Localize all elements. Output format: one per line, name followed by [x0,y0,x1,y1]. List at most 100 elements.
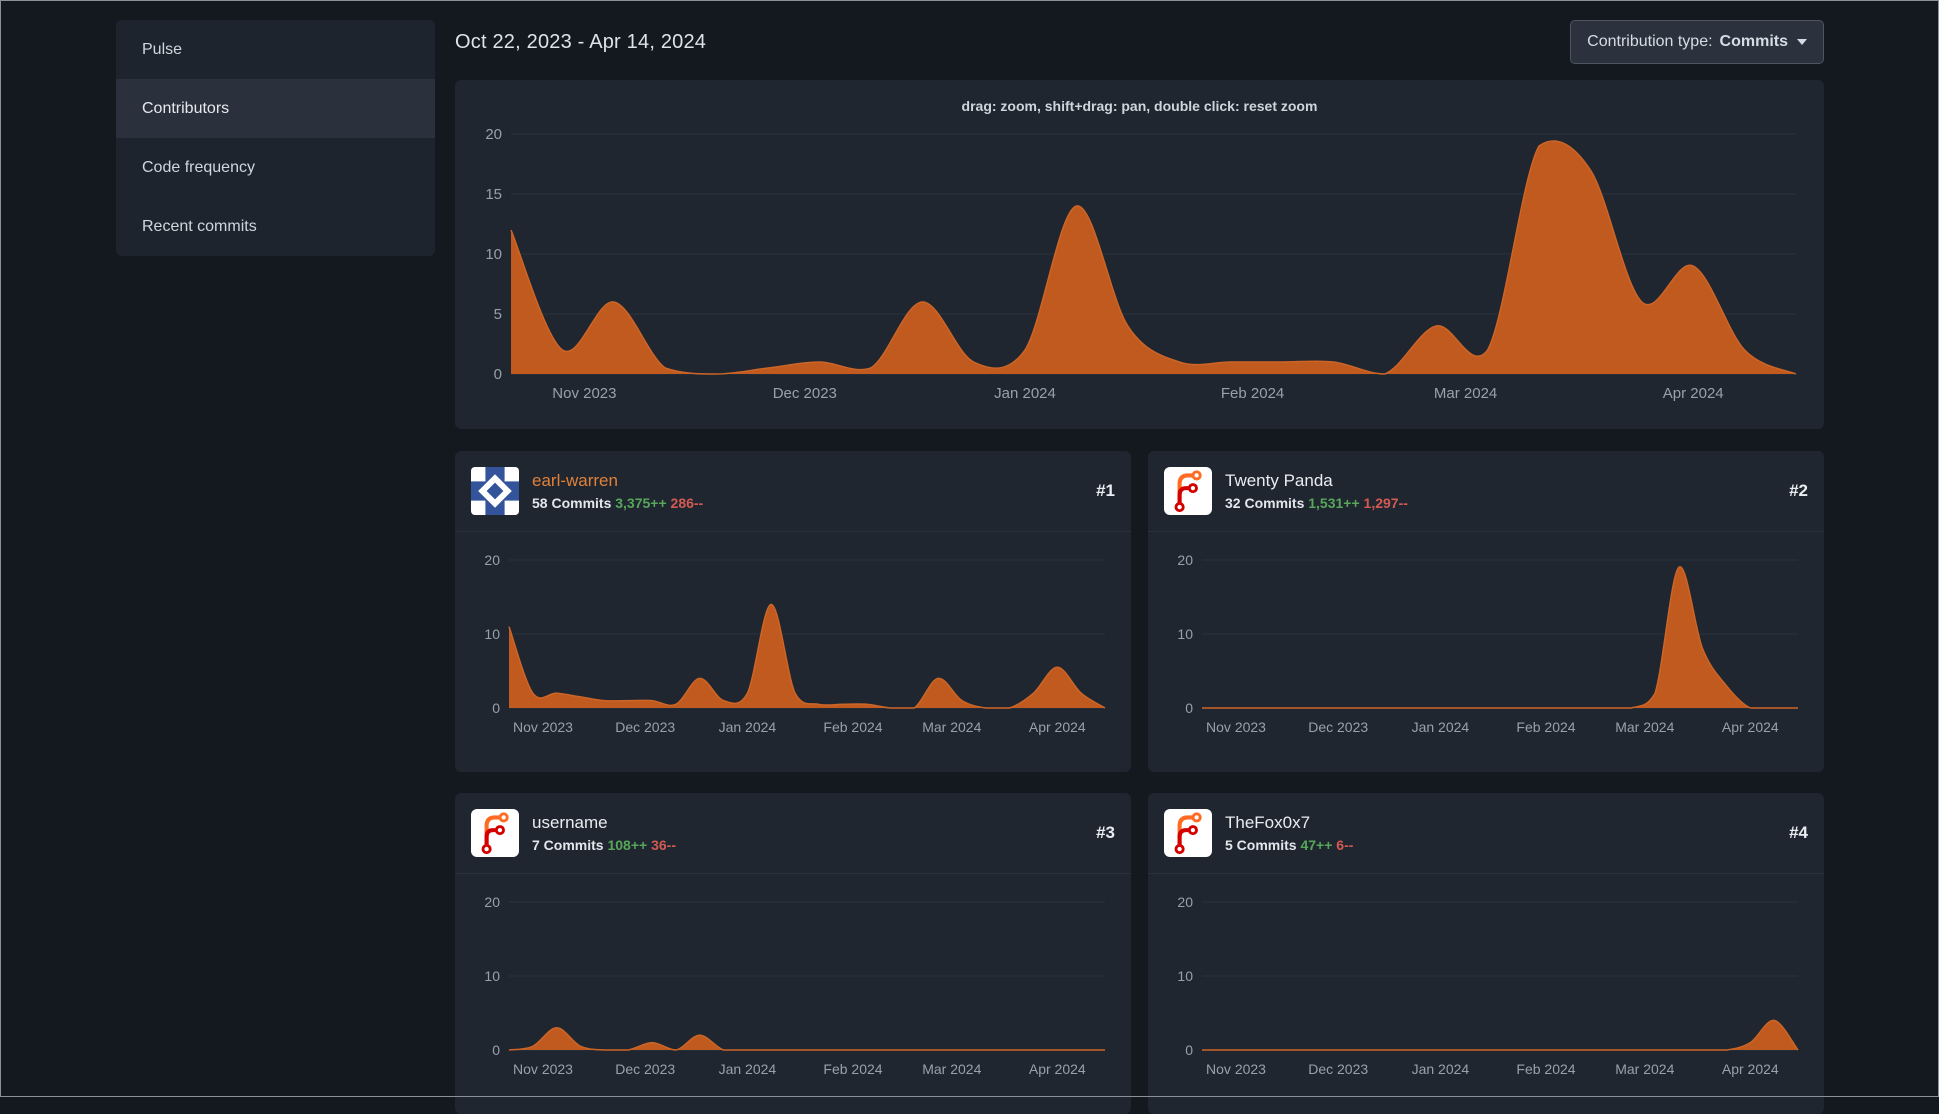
svg-text:Nov 2023: Nov 2023 [552,385,616,402]
svg-text:Jan 2024: Jan 2024 [719,719,777,735]
contributor-card-header: Twenty Panda 32 Commits 1,531++ 1,297-- … [1148,451,1824,532]
svg-text:Feb 2024: Feb 2024 [823,719,882,735]
contributor-stats: 5 Commits 47++ 6-- [1225,837,1776,853]
svg-text:0: 0 [492,700,500,716]
sidebar-item-contributors[interactable]: Contributors [116,79,435,138]
svg-text:20: 20 [1177,552,1193,568]
contributor-card-header: TheFox0x7 5 Commits 47++ 6-- #4 [1148,793,1824,874]
svg-text:0: 0 [494,366,502,383]
contribution-type-value: Commits [1719,33,1788,50]
sidebar-item-code-frequency[interactable]: Code frequency [116,138,435,197]
svg-text:20: 20 [484,552,500,568]
svg-text:Mar 2024: Mar 2024 [922,1061,981,1077]
contributor-activity-chart[interactable]: 0 10 20 Nov 2023 Dec 2023 Jan 2024 Feb 2024 Mar… [1164,886,1808,1086]
additions-count: 47++ [1300,837,1333,853]
deletions-count: 286-- [670,495,704,511]
svg-text:Nov 2023: Nov 2023 [513,719,573,735]
contributor-name[interactable]: username [532,813,1083,833]
svg-text:Mar 2024: Mar 2024 [922,719,981,735]
deletions-count: 6-- [1336,837,1354,853]
forgejo-logo-avatar[interactable] [471,809,519,857]
contributor-name-link[interactable]: earl-warren [532,471,1083,491]
contributor-info: Twenty Panda 32 Commits 1,531++ 1,297-- [1225,471,1776,511]
svg-text:Jan 2024: Jan 2024 [1412,719,1470,735]
sidebar-item-recent-commits[interactable]: Recent commits [116,197,435,256]
svg-text:Apr 2024: Apr 2024 [1722,1061,1779,1077]
contributor-card-header: username 7 Commits 108++ 36-- #3 [455,793,1131,874]
contributor-activity-chart[interactable]: 0 10 20 Nov 2023 Dec 2023 Jan 2024 Feb 2024 Mar… [471,886,1115,1086]
additions-count: 3,375++ [615,495,667,511]
contributor-stats: 32 Commits 1,531++ 1,297-- [1225,495,1776,511]
additions-count: 1,531++ [1308,495,1360,511]
contributor-card-3: username 7 Commits 108++ 36-- #3 0 10 20 No… [455,793,1131,1114]
commit-count: 58 Commits [532,495,612,511]
contributor-stats: 58 Commits 3,375++ 286-- [532,495,1083,511]
user-avatar-identicon[interactable] [471,467,519,515]
contributor-rank: #2 [1789,481,1808,500]
contributor-info: earl-warren 58 Commits 3,375++ 286-- [532,471,1083,511]
svg-text:10: 10 [484,968,500,984]
contributor-rank: #3 [1096,823,1115,842]
contributor-info: username 7 Commits 108++ 36-- [532,813,1083,853]
commit-count: 5 Commits [1225,837,1297,853]
additions-count: 108++ [607,837,648,853]
svg-text:Apr 2024: Apr 2024 [1663,385,1724,402]
svg-text:Nov 2023: Nov 2023 [1206,1061,1266,1077]
main-content: Oct 22, 2023 - Apr 14, 2024 Contribution… [455,20,1824,1114]
forgejo-logo-avatar[interactable] [1164,467,1212,515]
svg-text:Mar 2024: Mar 2024 [1615,1061,1674,1077]
svg-text:10: 10 [485,246,502,263]
contributor-name[interactable]: Twenty Panda [1225,471,1776,491]
svg-text:Jan 2024: Jan 2024 [1412,1061,1470,1077]
contributor-activity-chart[interactable]: 0 10 20 Nov 2023 Dec 2023 Jan 2024 Feb 2024 Mar… [471,544,1115,744]
contributor-card-2: Twenty Panda 32 Commits 1,531++ 1,297-- … [1148,451,1824,772]
contributor-activity-chart[interactable]: 0 10 20 Nov 2023 Dec 2023 Jan 2024 Feb 2024 Mar… [1164,544,1808,744]
main-activity-chart[interactable]: 0 5 10 15 20 Nov 2023 Dec 2023 Jan 2024 Feb 2024… [475,122,1804,412]
svg-text:Jan 2024: Jan 2024 [719,1061,777,1077]
page-header: Oct 22, 2023 - Apr 14, 2024 Contribution… [455,20,1824,64]
deletions-count: 36-- [651,837,676,853]
svg-text:Dec 2023: Dec 2023 [1308,1061,1368,1077]
svg-text:10: 10 [1177,626,1193,642]
activity-page: Pulse Contributors Code frequency Recent… [0,0,1939,1114]
svg-text:Nov 2023: Nov 2023 [1206,719,1266,735]
svg-text:Mar 2024: Mar 2024 [1434,385,1497,402]
contributor-info: TheFox0x7 5 Commits 47++ 6-- [1225,813,1776,853]
svg-text:Apr 2024: Apr 2024 [1029,1061,1086,1077]
svg-text:15: 15 [485,186,502,203]
sidebar-item-pulse[interactable]: Pulse [116,20,435,79]
svg-text:Feb 2024: Feb 2024 [1221,385,1284,402]
svg-text:Dec 2023: Dec 2023 [615,719,675,735]
svg-text:Dec 2023: Dec 2023 [615,1061,675,1077]
svg-text:Dec 2023: Dec 2023 [773,385,837,402]
contribution-type-label: Contribution type: [1587,33,1713,50]
contributor-name[interactable]: TheFox0x7 [1225,813,1776,833]
contributor-card-1: earl-warren 58 Commits 3,375++ 286-- #1 … [455,451,1131,772]
svg-text:10: 10 [484,626,500,642]
contribution-type-dropdown[interactable]: Contribution type: Commits [1570,20,1824,64]
contributor-card-header: earl-warren 58 Commits 3,375++ 286-- #1 [455,451,1131,532]
contributor-stats: 7 Commits 108++ 36-- [532,837,1083,853]
svg-text:5: 5 [494,306,502,323]
forgejo-logo-avatar[interactable] [1164,809,1212,857]
activity-sidebar: Pulse Contributors Code frequency Recent… [116,20,435,256]
svg-text:0: 0 [492,1042,500,1058]
contributor-grid: earl-warren 58 Commits 3,375++ 286-- #1 … [455,451,1824,1114]
svg-text:20: 20 [485,126,502,143]
svg-text:Feb 2024: Feb 2024 [1516,1061,1575,1077]
svg-text:Feb 2024: Feb 2024 [1516,719,1575,735]
contributor-rank: #1 [1096,481,1115,500]
svg-text:Jan 2024: Jan 2024 [994,385,1056,402]
svg-text:20: 20 [1177,894,1193,910]
contributor-card-4: TheFox0x7 5 Commits 47++ 6-- #4 0 10 20 Nov… [1148,793,1824,1114]
svg-text:0: 0 [1185,1042,1193,1058]
svg-text:Mar 2024: Mar 2024 [1615,719,1674,735]
commit-count: 32 Commits [1225,495,1305,511]
svg-text:Dec 2023: Dec 2023 [1308,719,1368,735]
svg-text:Nov 2023: Nov 2023 [513,1061,573,1077]
deletions-count: 1,297-- [1363,495,1408,511]
date-range-title: Oct 22, 2023 - Apr 14, 2024 [455,30,707,53]
commit-count: 7 Commits [532,837,604,853]
svg-text:Apr 2024: Apr 2024 [1722,719,1779,735]
svg-text:0: 0 [1185,700,1193,716]
